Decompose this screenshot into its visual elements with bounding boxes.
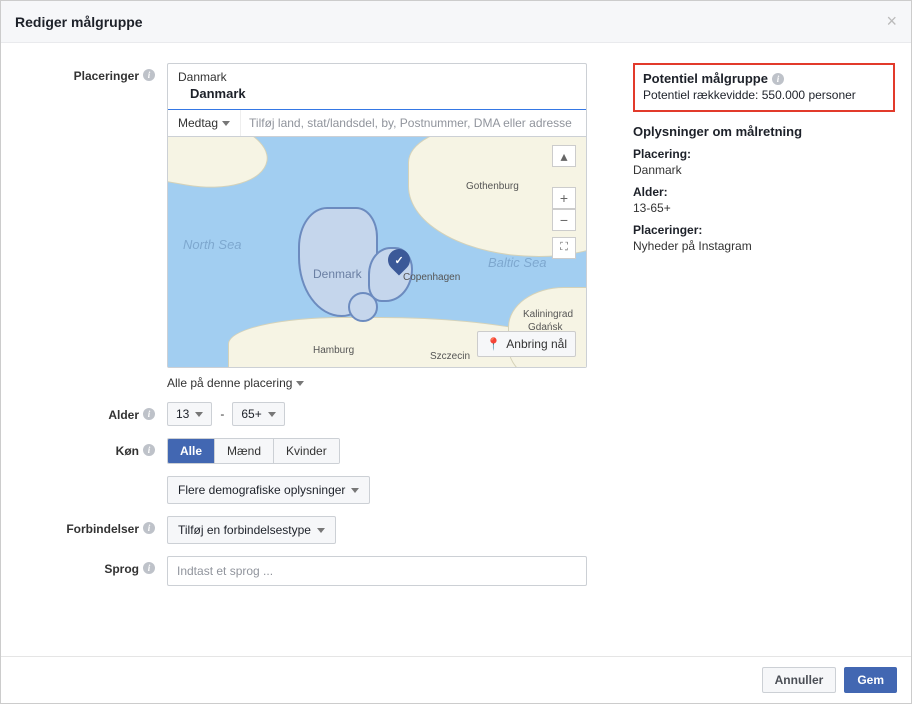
location-header: Danmark: [168, 64, 586, 86]
location-search-input[interactable]: [241, 110, 586, 136]
map[interactable]: North Sea Baltic Sea Denmark Copenhagen …: [168, 137, 586, 367]
row-age: Alder 13 - 65+: [17, 402, 609, 426]
potential-reach: Potentiel rækkevidde: 550.000 personer: [643, 88, 885, 102]
sidebar: Potentiel målgruppe Potentiel rækkevidde…: [633, 63, 895, 598]
row-connections: Forbindelser Tilføj en forbindelsestype: [17, 516, 609, 544]
age-min-value: 13: [176, 407, 189, 421]
form-column: Placeringer Danmark Danmark Medtag: [17, 63, 609, 598]
location-box: Danmark Danmark Medtag: [167, 63, 587, 368]
targeting-placements-value: Nyheder på Instagram: [633, 239, 895, 253]
label-language: Sprog: [17, 556, 167, 586]
map-pan-button[interactable]: ▴: [552, 145, 576, 167]
targeting-placement-value: Danmark: [633, 163, 895, 177]
row-gender: Køn Alle Mænd Kvinder: [17, 438, 609, 464]
targeting-age-label: Alder:: [633, 185, 895, 199]
everyone-label: Alle på denne placering: [167, 376, 292, 390]
include-label: Medtag: [178, 116, 218, 130]
language-control: [167, 556, 587, 586]
info-icon[interactable]: [143, 562, 155, 574]
map-zoom-out-button[interactable]: −: [552, 209, 576, 231]
chevron-down-icon: [317, 528, 325, 533]
label-connections-text: Forbindelser: [66, 522, 139, 536]
map-fullscreen-button[interactable]: ⛶: [552, 237, 576, 259]
chevron-down-icon: [268, 412, 276, 417]
gender-men-button[interactable]: Mænd: [215, 439, 274, 463]
age-max-select[interactable]: 65+: [232, 402, 284, 426]
map-label-szczecin: Szczecin: [430, 351, 470, 362]
map-label-denmark: Denmark: [313, 267, 362, 281]
targeting-info-title: Oplysninger om målretning: [633, 124, 895, 139]
more-demographics-label: Flere demografiske oplysninger: [178, 483, 345, 497]
gender-segmented: Alle Mænd Kvinder: [167, 438, 340, 464]
targeting-placement-label: Placering:: [633, 147, 895, 161]
map-label-copenhagen: Copenhagen: [403, 272, 460, 283]
age-separator: -: [220, 407, 224, 421]
placements-control: Danmark Danmark Medtag: [167, 63, 587, 390]
info-icon[interactable]: [143, 522, 155, 534]
location-search-row: Medtag: [168, 109, 586, 137]
everyone-in-location-dropdown[interactable]: Alle på denne placering: [167, 376, 587, 390]
modal-footer: Annuller Gem: [1, 656, 911, 703]
connections-control: Tilføj en forbindelsestype: [167, 516, 587, 544]
audience-edit-modal: Rediger målgruppe × Placeringer Danmark …: [0, 0, 912, 704]
potential-audience-title: Potentiel målgruppe: [643, 71, 885, 86]
drop-pin-label: Anbring nål: [506, 337, 567, 351]
chevron-down-icon: [296, 381, 304, 386]
potential-title-text: Potentiel målgruppe: [643, 71, 768, 86]
label-connections: Forbindelser: [17, 516, 167, 544]
chevron-down-icon: [222, 121, 230, 126]
pin-icon: 📍: [486, 337, 501, 351]
potential-audience-box: Potentiel målgruppe Potentiel rækkevidde…: [633, 63, 895, 112]
label-gender: Køn: [17, 438, 167, 464]
label-age: Alder: [17, 402, 167, 426]
gender-women-button[interactable]: Kvinder: [274, 439, 339, 463]
info-icon[interactable]: [143, 408, 155, 420]
age-max-value: 65+: [241, 407, 261, 421]
map-label-north-sea: North Sea: [183, 237, 242, 252]
language-input[interactable]: [167, 556, 587, 586]
map-label-gothenburg: Gothenburg: [466, 181, 519, 192]
label-language-text: Sprog: [104, 562, 139, 576]
map-label-baltic-sea: Baltic Sea: [488, 255, 547, 270]
location-country: Danmark: [168, 86, 586, 109]
info-icon[interactable]: [143, 444, 155, 456]
label-gender-text: Køn: [116, 444, 139, 458]
gender-controls: Alle Mænd Kvinder: [167, 438, 587, 464]
targeting-placements-label: Placeringer:: [633, 223, 895, 237]
targeting-age-value: 13-65+: [633, 201, 895, 215]
demographics-control: Flere demografiske oplysninger: [167, 476, 587, 504]
modal-title: Rediger målgruppe: [15, 14, 143, 30]
modal-body: Placeringer Danmark Danmark Medtag: [1, 43, 911, 608]
age-controls: 13 - 65+: [167, 402, 587, 426]
label-placements: Placeringer: [17, 63, 167, 390]
save-button[interactable]: Gem: [844, 667, 897, 693]
chevron-down-icon: [195, 412, 203, 417]
row-language: Sprog: [17, 556, 609, 586]
map-denmark-shape: [348, 292, 378, 322]
cancel-button[interactable]: Annuller: [762, 667, 837, 693]
map-label-hamburg: Hamburg: [313, 345, 354, 356]
row-demographics: Flere demografiske oplysninger: [17, 476, 609, 504]
info-icon[interactable]: [772, 73, 784, 85]
label-demographics-empty: [17, 476, 167, 504]
map-zoom-in-button[interactable]: +: [552, 187, 576, 209]
map-label-kaliningrad: Kaliningrad: [523, 309, 573, 320]
row-placements: Placeringer Danmark Danmark Medtag: [17, 63, 609, 390]
modal-header: Rediger målgruppe ×: [1, 1, 911, 43]
close-icon[interactable]: ×: [886, 11, 897, 32]
label-placements-text: Placeringer: [74, 69, 139, 83]
chevron-down-icon: [351, 488, 359, 493]
more-demographics-dropdown[interactable]: Flere demografiske oplysninger: [167, 476, 370, 504]
connection-type-dropdown[interactable]: Tilføj en forbindelsestype: [167, 516, 336, 544]
info-icon[interactable]: [143, 69, 155, 81]
label-age-text: Alder: [108, 408, 139, 422]
include-dropdown[interactable]: Medtag: [168, 110, 241, 136]
connection-type-label: Tilføj en forbindelsestype: [178, 523, 311, 537]
drop-pin-button[interactable]: 📍 Anbring nål: [477, 331, 576, 357]
age-min-select[interactable]: 13: [167, 402, 212, 426]
gender-all-button[interactable]: Alle: [168, 439, 215, 463]
